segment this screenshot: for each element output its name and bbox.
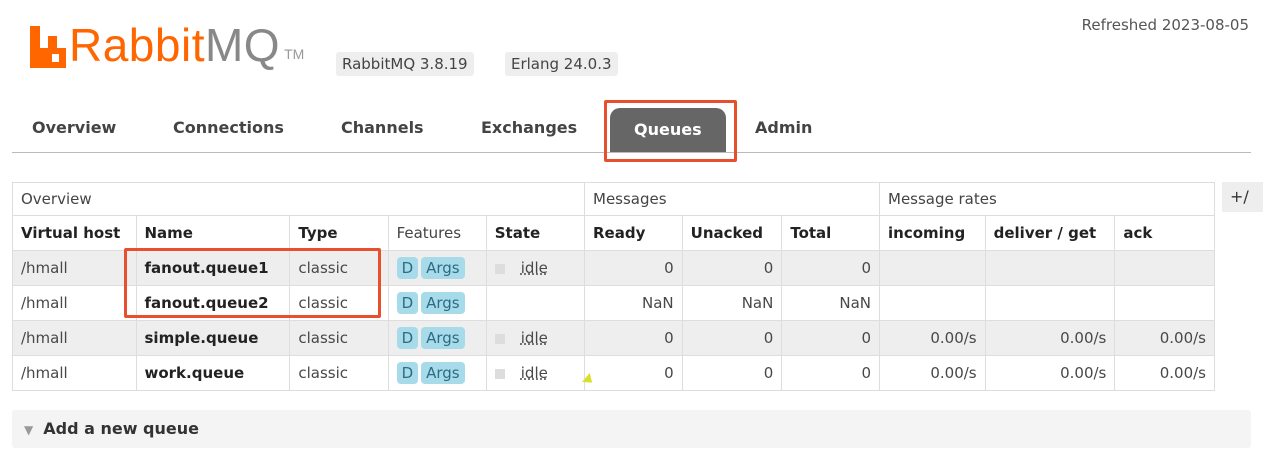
feature-durable-badge: D	[396, 327, 419, 349]
cell-incoming	[879, 250, 986, 286]
rabbitmq-version-badge: RabbitMQ 3.8.19	[336, 52, 474, 76]
cell-unacked: 0	[681, 250, 783, 286]
cell-type: classic	[289, 250, 389, 286]
table-row[interactable]: /hmall fanout.queue1 classic D Args idle …	[12, 250, 1215, 286]
tab-exchanges[interactable]: Exchanges	[481, 118, 577, 137]
col-features: Features	[387, 215, 487, 251]
tab-admin[interactable]: Admin	[755, 118, 812, 137]
cell-ready: 0	[584, 355, 683, 391]
col-total[interactable]: Total	[781, 215, 880, 251]
group-overview: Overview	[12, 182, 585, 216]
cell-vhost: /hmall	[12, 355, 137, 391]
feature-args-badge: Args	[421, 257, 465, 279]
state-label: idle	[520, 259, 548, 277]
col-incoming[interactable]: incoming	[879, 215, 986, 251]
table-row[interactable]: /hmall simple.queue classic D Args idle 0…	[12, 320, 1215, 356]
cell-state	[485, 285, 586, 321]
cell-type: classic	[289, 355, 389, 391]
cell-ack	[1114, 285, 1215, 321]
rabbitmq-logo: RabbitMQ TM	[30, 22, 304, 68]
col-deliver-get[interactable]: deliver / get	[984, 215, 1116, 251]
feature-args-badge: Args	[421, 327, 465, 349]
tab-connections[interactable]: Connections	[173, 118, 284, 137]
col-ack[interactable]: ack	[1114, 215, 1215, 251]
feature-durable-badge: D	[396, 257, 419, 279]
cell-deliver-get	[984, 250, 1116, 286]
table-row[interactable]: /hmall fanout.queue2 classic D Args NaN N…	[12, 285, 1215, 321]
state-indicator-icon	[494, 368, 505, 379]
tab-overview[interactable]: Overview	[32, 118, 116, 137]
group-message-rates: Message rates	[879, 182, 1215, 216]
table-row[interactable]: /hmall work.queue classic D Args idle 0 0…	[12, 355, 1215, 391]
cell-features: D Args	[387, 355, 487, 391]
col-ready[interactable]: Ready	[584, 215, 683, 251]
rabbitmq-logo-icon	[30, 26, 66, 68]
column-toggle-button[interactable]: +/	[1222, 182, 1263, 212]
col-unacked[interactable]: Unacked	[681, 215, 783, 251]
cell-type: classic	[289, 320, 389, 356]
col-type[interactable]: Type	[289, 215, 389, 251]
cell-total: 0	[781, 320, 880, 356]
cell-ready: 0	[584, 320, 683, 356]
feature-durable-badge: D	[396, 292, 419, 314]
add-queue-section-toggle[interactable]: ▼ Add a new queue	[12, 410, 1251, 448]
col-state[interactable]: State	[485, 215, 586, 251]
cell-deliver-get: 0.00/s	[984, 320, 1116, 356]
main-nav-tabs: Overview Connections Channels Exchanges …	[12, 104, 1251, 153]
state-label: idle	[520, 364, 548, 382]
cell-deliver-get	[984, 285, 1116, 321]
cell-deliver-get: 0.00/s	[984, 355, 1116, 391]
tab-channels[interactable]: Channels	[341, 118, 424, 137]
cell-incoming: 0.00/s	[879, 320, 986, 356]
cell-ready: NaN	[584, 285, 683, 321]
group-messages: Messages	[584, 182, 880, 216]
col-name[interactable]: Name	[135, 215, 291, 251]
cell-ack: 0.00/s	[1114, 355, 1215, 391]
cell-features: D Args	[387, 250, 487, 286]
cell-total: 0	[781, 250, 880, 286]
cell-incoming: 0.00/s	[879, 355, 986, 391]
logo-wordmark: RabbitMQ	[69, 19, 281, 71]
queue-name-link[interactable]: fanout.queue2	[135, 285, 291, 321]
queues-table: Overview Messages Message rates Virtual …	[12, 182, 1215, 391]
cell-ack	[1114, 250, 1215, 286]
erlang-version-badge: Erlang 24.0.3	[505, 52, 618, 76]
triangle-down-icon: ▼	[24, 423, 34, 437]
cell-total: NaN	[781, 285, 880, 321]
cell-state: idle	[485, 355, 586, 391]
cell-vhost: /hmall	[12, 285, 137, 321]
feature-args-badge: Args	[421, 292, 465, 314]
cell-ready: 0	[584, 250, 683, 286]
state-indicator-icon	[494, 333, 505, 344]
cell-state: idle	[485, 320, 586, 356]
feature-args-badge: Args	[421, 362, 465, 384]
cell-incoming	[879, 285, 986, 321]
col-virtual-host[interactable]: Virtual host	[12, 215, 137, 251]
cell-ack: 0.00/s	[1114, 320, 1215, 356]
cell-unacked: 0	[681, 320, 783, 356]
queue-name-link[interactable]: fanout.queue1	[135, 250, 291, 286]
queue-name-link[interactable]: simple.queue	[135, 320, 291, 356]
queue-name-link[interactable]: work.queue	[135, 355, 291, 391]
cell-state: idle	[485, 250, 586, 286]
feature-durable-badge: D	[396, 362, 419, 384]
cell-unacked: 0	[681, 355, 783, 391]
cell-vhost: /hmall	[12, 250, 137, 286]
cell-vhost: /hmall	[12, 320, 137, 356]
cell-type: classic	[289, 285, 389, 321]
tab-queues[interactable]: Queues	[610, 108, 726, 152]
logo-trademark: TM	[284, 46, 305, 62]
cell-features: D Args	[387, 320, 487, 356]
cell-features: D Args	[387, 285, 487, 321]
state-label: idle	[520, 329, 548, 347]
add-queue-label: Add a new queue	[43, 419, 199, 438]
state-indicator-icon	[494, 263, 505, 274]
refreshed-timestamp: Refreshed 2023-08-05	[1081, 16, 1249, 34]
cell-unacked: NaN	[681, 285, 783, 321]
cell-total: 0	[781, 355, 880, 391]
